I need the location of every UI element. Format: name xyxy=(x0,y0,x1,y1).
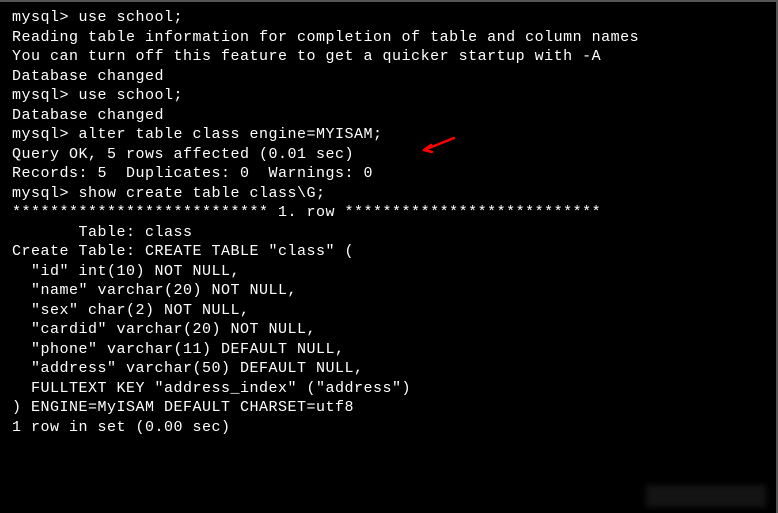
terminal-line-col-address: "address" varchar(50) DEFAULT NULL, xyxy=(12,359,764,379)
terminal-line-reading-info: Reading table information for completion… xyxy=(12,28,764,48)
terminal-line-create-table-open: Create Table: CREATE TABLE "class" ( xyxy=(12,242,764,262)
terminal-line-col-id: "id" int(10) NOT NULL, xyxy=(12,262,764,282)
terminal-line-rows-in-set: 1 row in set (0.00 sec) xyxy=(12,418,764,438)
terminal-line-records-summary: Records: 5 Duplicates: 0 Warnings: 0 xyxy=(12,164,764,184)
terminal-line-row-separator: *************************** 1. row *****… xyxy=(12,203,764,223)
terminal-line-table-name: Table: class xyxy=(12,223,764,243)
terminal-line-col-phone: "phone" varchar(11) DEFAULT NULL, xyxy=(12,340,764,360)
terminal-line-prompt-alter-table: mysql> alter table class engine=MYISAM; xyxy=(12,125,764,145)
terminal-line-col-sex: "sex" char(2) NOT NULL, xyxy=(12,301,764,321)
terminal-line-prompt-show-create: mysql> show create table class\G; xyxy=(12,184,764,204)
terminal-line-col-cardid: "cardid" varchar(20) NOT NULL, xyxy=(12,320,764,340)
terminal-line-query-ok: Query OK, 5 rows affected (0.01 sec) xyxy=(12,145,764,165)
terminal-line-engine-charset: ) ENGINE=MyISAM DEFAULT CHARSET=utf8 xyxy=(12,398,764,418)
terminal-line-prompt-use-school-2: mysql> use school; xyxy=(12,86,764,106)
terminal-line-fulltext-key: FULLTEXT KEY "address_index" ("address") xyxy=(12,379,764,399)
terminal-line-prompt-use-school-1: mysql> use school; xyxy=(12,8,764,28)
terminal-line-db-changed-2: Database changed xyxy=(12,106,764,126)
terminal-line-col-name: "name" varchar(20) NOT NULL, xyxy=(12,281,764,301)
terminal-line-db-changed-1: Database changed xyxy=(12,67,764,87)
terminal-line-turnoff-hint: You can turn off this feature to get a q… xyxy=(12,47,764,67)
watermark-blur xyxy=(646,485,766,507)
